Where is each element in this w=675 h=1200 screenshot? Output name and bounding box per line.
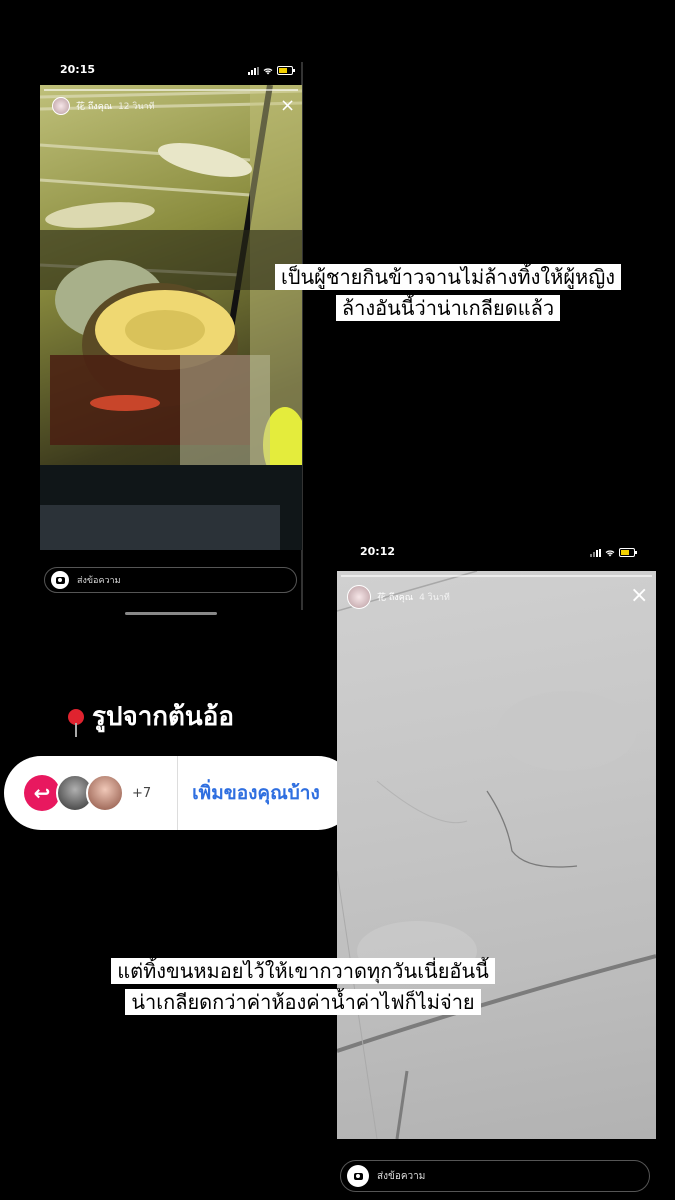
pin-icon [68, 708, 84, 737]
story1-time-ago: 12 วินาที [118, 102, 155, 112]
wifi-icon [605, 549, 615, 556]
story1-user-name[interactable]: 花 ถึงคุณ [76, 99, 112, 113]
reply-icon[interactable]: ↩ [24, 775, 60, 811]
story1-message-placeholder: ส่งข้อความ [77, 576, 121, 586]
story2-message-placeholder: ส่งข้อความ [377, 1170, 426, 1182]
sticker-divider [177, 756, 179, 830]
home-indicator [125, 612, 217, 615]
add-yours-button[interactable]: เพิ่มของคุณบ้าง [192, 778, 320, 808]
story1-caption: เป็นผู้ชายกินข้าวจานไม่ล้างทิ้งให้ผู้หญิ… [228, 262, 668, 324]
avatar[interactable] [347, 585, 371, 609]
story2-user-row[interactable]: 花 ถึงคุณ 4 วินาที [347, 585, 450, 609]
avatar[interactable] [52, 97, 70, 115]
story2-caption-line1: แต่ทิ้งขนหมอยไว้ให้เขากวาดทุกวันเนี่ยอัน… [111, 958, 495, 984]
story1-caption-line1: เป็นผู้ชายกินข้าวจานไม่ล้างทิ้งให้ผู้หญิ… [274, 264, 622, 290]
location-text: รูปจากต้นอ้อ [92, 702, 234, 732]
story1-progress-bar [44, 89, 298, 91]
story2-caption-line2: น่าเกลียดกว่าค่าห้องค่าน้ำค่าไฟก็ไม่จ่าย [125, 989, 481, 1015]
camera-icon[interactable] [347, 1165, 369, 1187]
participant-count: +7 [132, 785, 152, 801]
signal-icon [248, 66, 259, 75]
story2-progress-bar [341, 575, 652, 577]
signal-icon [590, 548, 601, 557]
story2-status-time: 20:12 [360, 545, 396, 558]
story2-photo: 花 ถึงคุณ 4 วินาที × [337, 571, 656, 1139]
close-icon[interactable]: × [280, 97, 295, 115]
story2-status-icons [590, 548, 637, 557]
story2-message-input[interactable]: ส่งข้อความ [340, 1160, 650, 1192]
story1-message-input[interactable]: ส่งข้อความ [44, 567, 297, 593]
wifi-icon [263, 67, 273, 74]
participant-avatar[interactable] [86, 774, 124, 812]
story2-user-name[interactable]: 花 ถึงคุณ [377, 590, 413, 604]
camera-icon[interactable] [51, 571, 69, 589]
story1-user-row[interactable]: 花 ถึงคุณ 12 วินาที [52, 97, 155, 115]
story2-time-ago: 4 วินาที [419, 593, 450, 603]
story1-status-time: 20:15 [60, 63, 96, 76]
location-sticker: รูปจากต้นอ้อ [68, 696, 234, 737]
floor-tile-photo [337, 571, 656, 1139]
battery-icon [619, 548, 637, 557]
story2-caption: แต่ทิ้งขนหมอยไว้ให้เขากวาดทุกวันเนี่ยอัน… [58, 956, 548, 1018]
battery-icon [277, 66, 295, 75]
close-icon[interactable]: × [630, 585, 648, 607]
story1-status-icons [248, 66, 295, 75]
story1-caption-line2: ล้างอันนี้ว่าน่าเกลียดแล้ว [335, 295, 561, 321]
add-yours-sticker[interactable]: ↩ +7 เพิ่มของคุณบ้าง [4, 756, 355, 830]
